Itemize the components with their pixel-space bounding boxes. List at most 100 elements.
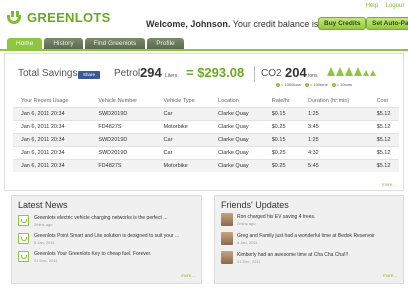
- cell-duration: 1:25: [300, 106, 369, 120]
- cell-vehicle-type: Car: [155, 106, 210, 120]
- cell-location: Clarke Quay: [210, 158, 264, 172]
- friend-update-text: Greg and Family just had a wonderful tim…: [237, 233, 375, 239]
- cell-location: Clarke Quay: [210, 145, 264, 159]
- news-time: 21 Dec, 2011: [34, 258, 58, 263]
- cell-date: Jan 6, 2011 20:34: [13, 145, 91, 159]
- top-links: Help Logout: [360, 3, 404, 9]
- plug-logo-icon: [6, 10, 24, 25]
- legend-item: = 1000tons: [281, 82, 301, 87]
- news-item[interactable]: Greenlots Your Greenlots Key to cheap fu…: [18, 250, 194, 268]
- cell-rate: $0.15: [263, 132, 301, 146]
- cell-cost: $5.12: [368, 106, 399, 120]
- friend-update-item[interactable]: Kimberly had an awesome time at Cha Cha …: [221, 251, 397, 269]
- tree-icon: [345, 67, 353, 76]
- logo-text: GREENLOTS: [27, 10, 111, 25]
- cell-vehicle-number: SWD2019D: [90, 145, 156, 159]
- friend-update-item[interactable]: Ron charged his EV saving 4 trees. 2mins…: [221, 213, 397, 231]
- usage-more-link[interactable]: more...: [382, 182, 396, 187]
- trees-legend: = 1000tons = 100tons = 10tons: [276, 82, 356, 87]
- tab-history[interactable]: History: [44, 38, 83, 49]
- legend-dot-icon: [331, 82, 336, 87]
- cell-duration: 1:25: [300, 132, 369, 146]
- cell-vehicle-type: Motorbike: [155, 158, 210, 172]
- friend-update-time: 2mins ago: [237, 221, 256, 226]
- friend-update-item[interactable]: Greg and Family just had a wonderful tim…: [221, 232, 397, 250]
- divider: [254, 66, 255, 82]
- cell-cost: $5.12: [368, 145, 399, 159]
- cell-rate: $0.25: [263, 158, 301, 172]
- cell-vehicle-number: SWD2019D: [90, 132, 156, 146]
- co2-unit: tons: [308, 73, 318, 79]
- friends-more-link[interactable]: more...: [383, 273, 397, 278]
- legend-dot-icon: [276, 82, 280, 87]
- cell-date: Jan 6, 2011 20:34: [13, 132, 91, 146]
- facebook-share-button[interactable]: Share: [78, 71, 100, 79]
- petrol-savings-amount: = $293.08: [186, 65, 245, 80]
- table-row[interactable]: Jan 6, 2011 20:34 SWD2019D Car Clarke Qu…: [13, 145, 399, 159]
- legend-item: = 100tons: [309, 82, 328, 87]
- cell-location: Clarke Quay: [210, 119, 264, 133]
- greenlots-logo[interactable]: GREENLOTS: [6, 10, 111, 25]
- tab-find-greenlots[interactable]: Find Greenlots: [84, 38, 146, 49]
- avatar[interactable]: [221, 213, 233, 226]
- co2-tons: 204: [285, 65, 307, 80]
- cell-cost: $5.12: [368, 132, 399, 146]
- latest-news-title: Latest News: [18, 200, 68, 210]
- cell-cost: $5.12: [368, 158, 399, 172]
- friend-update-text: Ron charged his EV saving 4 trees.: [237, 214, 316, 220]
- column-header: Vehicle Number: [98, 98, 138, 105]
- petrol-liters: 294: [140, 65, 162, 80]
- table-row[interactable]: Jan 6, 2011 20:34 FD4827S Motorbike Clar…: [13, 158, 399, 172]
- news-text: Greenlots Point Smart and Lite solution …: [34, 233, 180, 239]
- cell-date: Jan 6, 2011 20:34: [13, 106, 91, 120]
- tab-profile[interactable]: Profile: [147, 38, 184, 49]
- table-row[interactable]: Jan 6, 2011 20:34 SWD2019D Car Clarke Qu…: [13, 132, 399, 146]
- greenlots-news-icon: [18, 215, 29, 226]
- friend-update-text: Kimberly had an awesome time at Cha Cha …: [237, 252, 349, 258]
- set-auto-pay-button[interactable]: Set Auto-Pay: [366, 17, 408, 30]
- avatar[interactable]: [221, 232, 233, 245]
- table-row[interactable]: Jan 6, 2011 20:34 SWD2019D Car Clarke Qu…: [13, 106, 399, 120]
- buy-credits-button[interactable]: Buy Credits: [318, 17, 367, 30]
- news-time: 6 Jan, 2011: [34, 240, 55, 245]
- cell-rate: $0.25: [263, 119, 301, 133]
- trees-icons: [327, 67, 377, 76]
- co2-label: CO2: [261, 68, 282, 79]
- help-link[interactable]: Help: [366, 3, 378, 9]
- tab-home[interactable]: Home: [7, 38, 43, 49]
- cell-location: Clarke Quay: [210, 132, 264, 146]
- avatar[interactable]: [221, 251, 233, 264]
- column-header: Rate/hr: [271, 98, 290, 105]
- cell-vehicle-number: SWD2019D: [90, 106, 156, 120]
- tree-icon: [336, 67, 344, 76]
- cell-duration: 4:32: [300, 145, 369, 159]
- petrol-label: Petrol: [114, 68, 141, 79]
- logout-link[interactable]: Logout: [386, 3, 404, 9]
- tab-bar: Home History Find Greenlots Profile: [0, 38, 408, 51]
- table-row[interactable]: Jan 6, 2011 20:34 FD4827S Motorbike Clar…: [13, 119, 399, 133]
- petrol-unit: Liters: [165, 73, 178, 79]
- greenlots-news-icon: [18, 233, 29, 244]
- tree-icon: [327, 67, 335, 76]
- cell-location: Clarke Quay: [210, 106, 264, 120]
- cell-date: Jan 6, 2011 20:34: [13, 158, 91, 172]
- news-text: Greenlots electric vehicle charging netw…: [34, 215, 168, 221]
- column-header: Your Recent Usage: [21, 98, 69, 105]
- news-item[interactable]: Greenlots Point Smart and Lite solution …: [18, 232, 194, 250]
- cell-vehicle-type: Motorbike: [155, 119, 210, 133]
- cell-vehicle-type: Car: [155, 132, 210, 146]
- table-header-row: Your Recent Usage Vehicle Number Vehicle…: [13, 96, 399, 107]
- cell-duration: 3:45: [300, 119, 369, 133]
- cell-vehicle-type: Car: [155, 145, 210, 159]
- cell-rate: $0.25: [263, 145, 301, 159]
- welcome-greeting: Welcome, Johnson.: [146, 19, 231, 29]
- column-header: Cost: [376, 98, 388, 105]
- cell-vehicle-number: FD4827S: [90, 119, 156, 133]
- news-item[interactable]: Greenlots electric vehicle charging netw…: [18, 214, 194, 232]
- cell-cost: $5.12: [368, 119, 399, 133]
- column-header: Vehicle Type: [163, 98, 195, 105]
- latest-news-panel: Latest News Greenlots electric vehicle c…: [11, 195, 202, 284]
- total-savings: Total Savings Share Petrol 294 Liters = …: [18, 65, 398, 87]
- news-more-link[interactable]: more...: [181, 273, 195, 278]
- cell-rate: $0.15: [263, 106, 301, 120]
